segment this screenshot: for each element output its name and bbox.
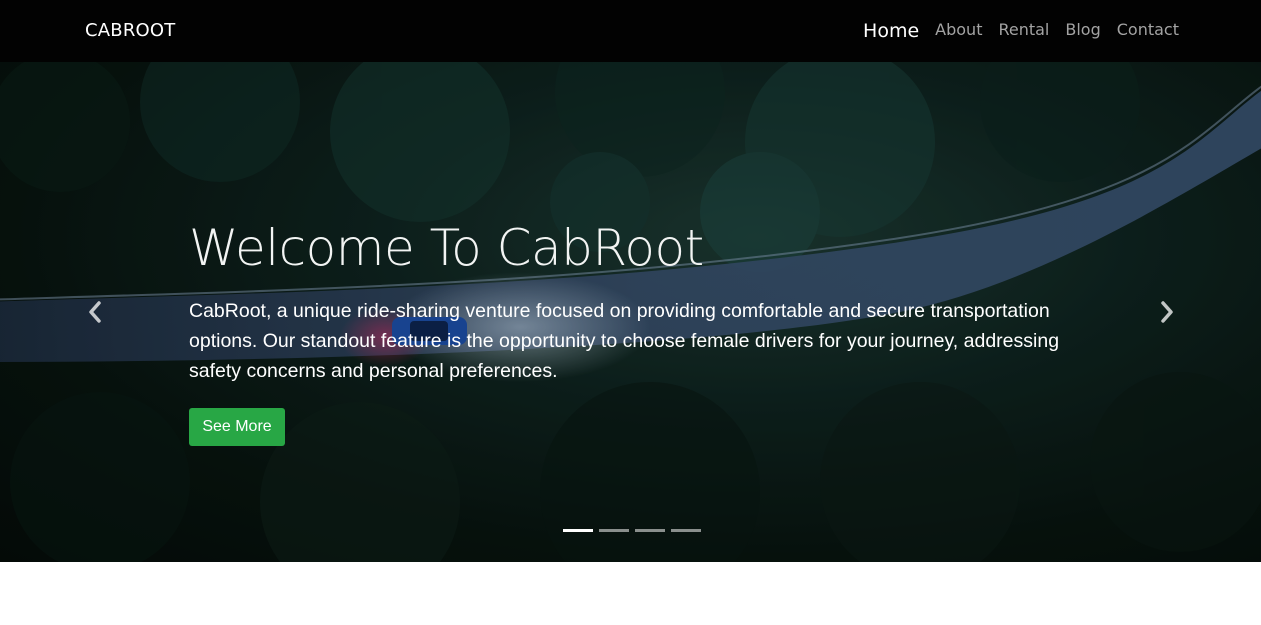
chevron-right-icon xyxy=(1161,301,1173,323)
nav-link-home[interactable]: Home xyxy=(863,20,919,42)
hero-carousel: Welcome To CabRoot CabRoot, a unique rid… xyxy=(0,62,1261,562)
hero-title: Welcome To CabRoot xyxy=(189,219,704,277)
navbar: CABROOT Home About Rental Blog Contact xyxy=(0,0,1261,62)
chevron-left-icon xyxy=(89,301,101,323)
nav-links: Home About Rental Blog Contact xyxy=(863,0,1179,62)
nav-link-blog[interactable]: Blog xyxy=(1065,20,1100,39)
brand-logo[interactable]: CABROOT xyxy=(85,20,175,41)
carousel-indicator-1[interactable] xyxy=(563,529,593,532)
carousel-next-button[interactable] xyxy=(1152,292,1182,332)
nav-link-about[interactable]: About xyxy=(935,20,982,39)
nav-link-contact[interactable]: Contact xyxy=(1117,20,1179,39)
see-more-button[interactable]: See More xyxy=(189,408,285,446)
carousel-caption: Welcome To CabRoot CabRoot, a unique rid… xyxy=(189,212,1089,386)
nav-link-rental[interactable]: Rental xyxy=(998,20,1049,39)
carousel-indicator-2[interactable] xyxy=(599,529,629,532)
carousel-indicator-3[interactable] xyxy=(635,529,665,532)
carousel-indicator-4[interactable] xyxy=(671,529,701,532)
carousel-prev-button[interactable] xyxy=(80,292,110,332)
hero-description: CabRoot, a unique ride-sharing venture f… xyxy=(189,300,1060,382)
carousel-indicators xyxy=(563,529,701,532)
